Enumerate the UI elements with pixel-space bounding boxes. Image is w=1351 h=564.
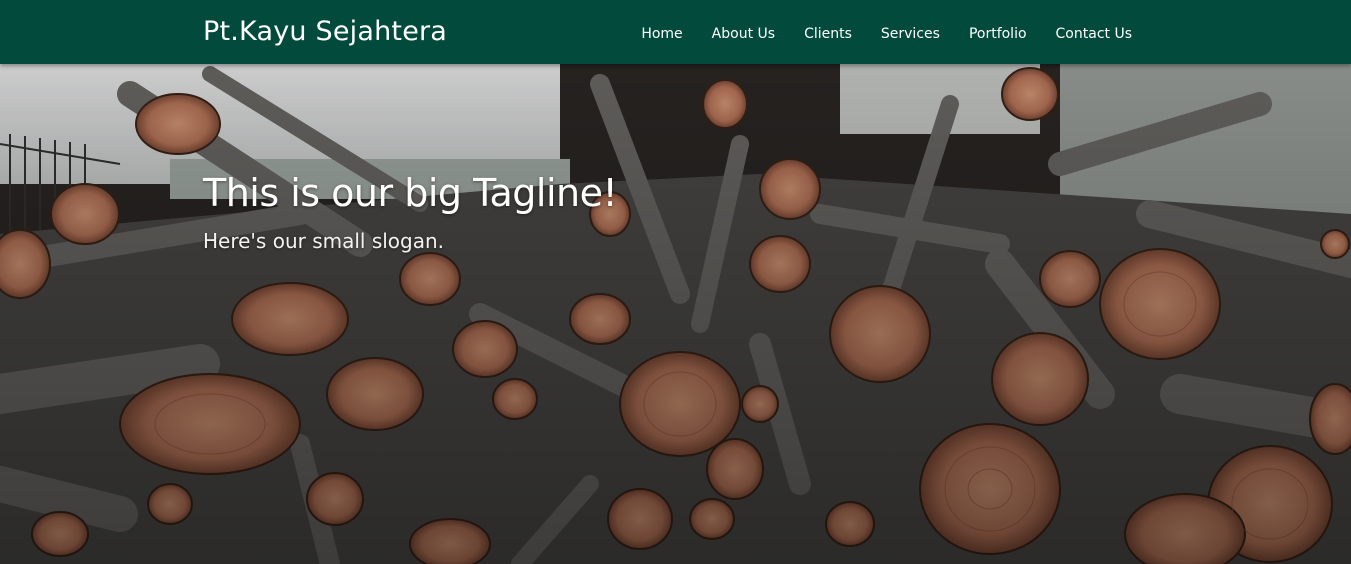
nav-item-portfolio: Portfolio: [969, 23, 1027, 42]
nav-link-contact-us[interactable]: Contact Us: [1056, 26, 1132, 42]
hero-slogan: Here's our small slogan.: [203, 229, 445, 253]
nav-item-home: Home: [641, 23, 682, 42]
brand-logo-link[interactable]: Pt.Kayu Sejahtera: [203, 14, 447, 50]
nav-link-clients[interactable]: Clients: [804, 26, 852, 42]
navbar: Pt.Kayu Sejahtera Home About Us Clients …: [0, 0, 1351, 64]
nav-item-services: Services: [881, 23, 940, 42]
nav-item-about-us: About Us: [712, 23, 775, 42]
hero-background-image: [0, 64, 1351, 564]
hero-section: This is our big Tagline! Here's our smal…: [0, 64, 1351, 564]
nav-link-about-us[interactable]: About Us: [712, 26, 775, 42]
nav-link-home[interactable]: Home: [641, 26, 682, 42]
nav-item-contact-us: Contact Us: [1056, 23, 1132, 42]
nav-item-clients: Clients: [804, 23, 852, 42]
nav-menu: Home About Us Clients Services Portfolio…: [612, 0, 1132, 64]
nav-link-portfolio[interactable]: Portfolio: [969, 26, 1027, 42]
hero-tagline: This is our big Tagline!: [203, 171, 618, 215]
nav-link-services[interactable]: Services: [881, 26, 940, 42]
hero-text-block: This is our big Tagline! Here's our smal…: [203, 170, 618, 254]
